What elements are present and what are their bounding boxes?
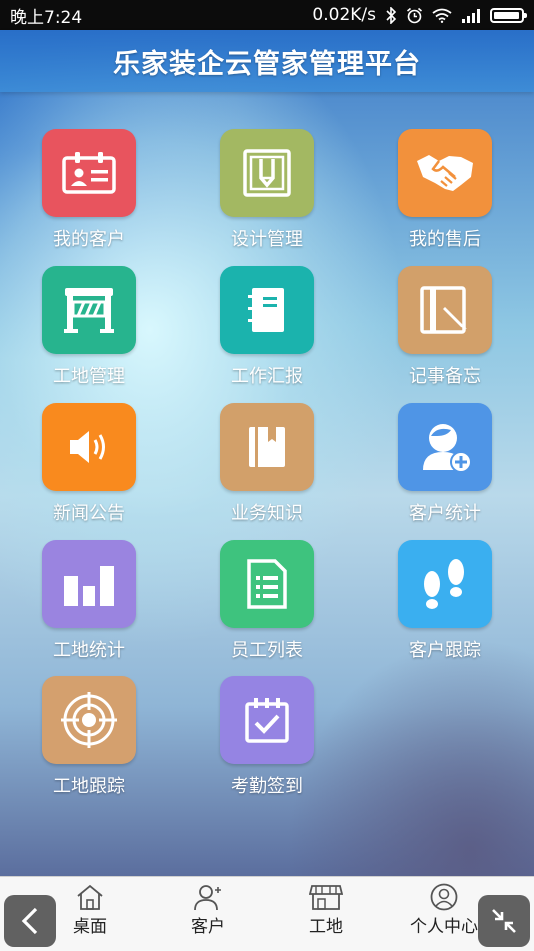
tile-design-management[interactable]: 设计管理 [207,129,327,251]
tile-icon-bg [398,129,492,217]
page-title: 乐家装企云管家管理平台 [113,48,421,80]
tile-icon-bg [220,540,314,628]
network-speed: 0.02K/s [312,5,376,25]
tile-icon-bg [42,676,136,764]
tile-icon-bg [220,266,314,354]
tile-icon-bg [398,266,492,354]
battery-icon [490,7,527,23]
tile-icon-bg [42,540,136,628]
app-header: 乐家装企云管家管理平台 [0,30,534,92]
speaker-icon [70,431,105,463]
nav-label: 客户 [191,917,225,937]
tile-site-statistics[interactable]: 工地统计 [29,540,149,662]
tile-news-announcement[interactable]: 新闻公告 [29,403,149,525]
tile-icon-bg [398,403,492,491]
nav-label: 工地 [309,917,343,937]
collapse-button[interactable] [478,895,530,947]
tile-icon-bg [398,540,492,628]
tile-business-knowledge[interactable]: 业务知识 [207,403,327,525]
memo-pencil-icon [420,286,467,334]
nav-item-sites[interactable]: 工地 [271,883,381,937]
tile-label: 考勤签到 [231,776,303,797]
tile-label: 工地统计 [53,640,125,661]
tile-work-report[interactable]: 工作汇报 [207,266,327,388]
alarm-icon [406,7,423,23]
tile-customer-statistics[interactable]: 客户统计 [385,403,505,525]
nav-item-customers[interactable]: 客户 [153,883,263,937]
tile-icon-bg [220,676,314,764]
tile-icon-bg [42,129,136,217]
target-icon [61,692,117,748]
tile-my-customers[interactable]: 我的客户 [29,129,149,251]
tile-label: 工地跟踪 [53,776,125,797]
customer-icon [194,885,221,911]
tile-label: 客户跟踪 [409,640,481,661]
tile-label: 我的售后 [409,229,481,250]
status-bar: 晚上7:24 0.02K/s [0,0,534,30]
tile-memo[interactable]: 记事备忘 [385,266,505,388]
tile-label: 客户统计 [409,503,481,524]
tile-my-after-sales[interactable]: 我的售后 [385,129,505,251]
home-icon [77,884,103,910]
handshake-icon [417,155,473,191]
tile-label: 工作汇报 [231,366,303,387]
profile-icon [430,883,458,911]
tile-label: 工地管理 [53,366,125,387]
construction-barrier-icon [64,288,114,333]
signal-icon [462,8,480,23]
tile-icon-bg [220,129,314,217]
calendar-check-icon [245,698,289,743]
tile-site-management[interactable]: 工地管理 [29,266,149,388]
bottom-nav: 桌面 客户 工地 个人中心 [0,876,534,951]
status-time: 晚上7:24 [10,7,83,28]
bluetooth-icon [386,6,397,24]
wifi-icon [432,8,452,23]
back-button[interactable] [4,895,56,947]
status-icons: 0.02K/s [312,5,527,25]
tile-icon-bg [42,266,136,354]
tile-label: 员工列表 [231,640,303,661]
notebook-icon [248,288,284,332]
collapse-icon [492,909,516,933]
tile-customer-tracking[interactable]: 客户跟踪 [385,540,505,662]
footprints-icon [424,559,464,609]
bar-chart-icon [64,566,114,606]
back-arrow-icon [21,907,38,935]
shop-icon [309,885,343,910]
tile-attendance-checkin[interactable]: 考勤签到 [207,676,327,798]
tile-label: 设计管理 [231,229,303,250]
tile-employee-list[interactable]: 员工列表 [207,540,327,662]
tile-label: 业务知识 [231,503,303,524]
tile-icon-bg [42,403,136,491]
tile-label: 我的客户 [53,229,125,250]
tile-site-tracking[interactable]: 工地跟踪 [29,676,149,798]
tile-label: 记事备忘 [409,366,481,387]
user-add-icon [423,424,472,473]
design-frame-icon [243,149,291,197]
book-bookmark-icon [249,427,285,467]
document-list-icon [247,559,287,609]
tile-icon-bg [220,403,314,491]
id-card-icon [62,152,116,194]
tile-label: 新闻公告 [53,503,125,524]
